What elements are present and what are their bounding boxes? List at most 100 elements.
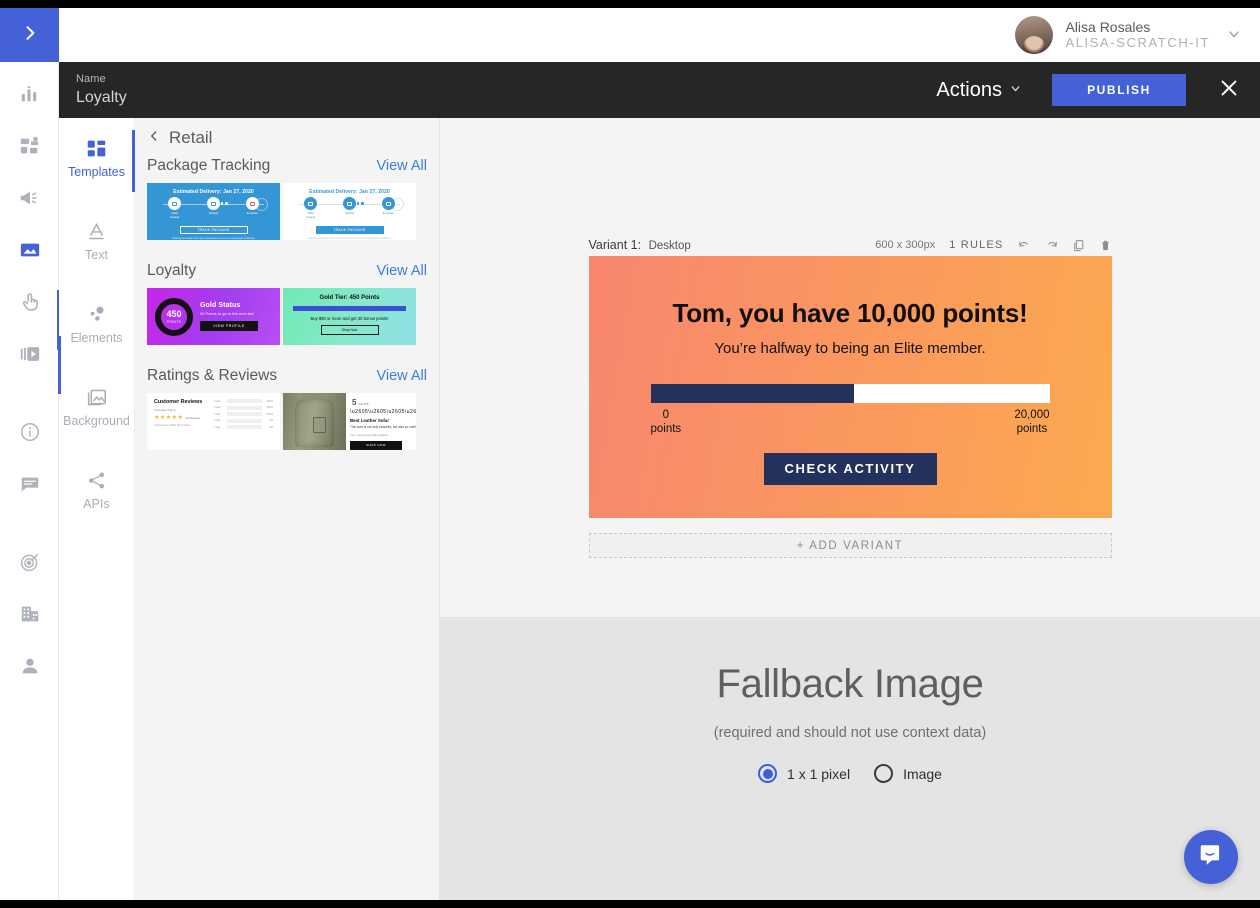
template-group-header: Loyalty View All bbox=[147, 262, 427, 280]
progress-max: 20,000 points bbox=[1014, 408, 1049, 437]
fallback-subtitle: (required and should not use context dat… bbox=[713, 725, 987, 741]
actions-menu-button[interactable]: Actions bbox=[930, 75, 1028, 106]
template-thumb[interactable]: 450 POINTS Gold Status 50 Points to go t… bbox=[147, 288, 280, 345]
radio-indicator bbox=[758, 764, 778, 783]
variant-label-text: Variant 1: bbox=[588, 238, 642, 252]
truck-icon bbox=[343, 197, 356, 210]
template-thumb[interactable]: Estimated Delivery: Jan 27, 2020 Label C… bbox=[147, 183, 280, 240]
sidebar-item-broadcast[interactable] bbox=[0, 174, 59, 226]
sidebar-item-interactions[interactable] bbox=[0, 278, 59, 330]
editor-tool-column: Templates Text Elements Background APIs bbox=[58, 118, 135, 900]
publish-button[interactable]: PUBLISH bbox=[1052, 74, 1186, 106]
radio-label: 1 x 1 pixel bbox=[787, 765, 851, 782]
tracker-node-label: Label Created bbox=[305, 212, 316, 219]
view-all-link[interactable]: View All bbox=[376, 263, 427, 279]
creative-cta-button[interactable]: CHECK ACTIVITY bbox=[763, 452, 937, 485]
histogram-row: 4 star 100% bbox=[214, 405, 273, 410]
view-all-link[interactable]: View All bbox=[376, 368, 427, 384]
radio-label: Image bbox=[903, 765, 942, 782]
sidebar-item-campaigns[interactable] bbox=[0, 122, 59, 174]
undo-icon[interactable] bbox=[1018, 239, 1031, 252]
histogram-row: 3 star 100% bbox=[214, 412, 273, 416]
tab-templates[interactable]: Templates bbox=[59, 118, 134, 185]
variant-block: Variant 1: Desktop 600 x 300px 1 RULES T… bbox=[588, 234, 1112, 558]
view-all-link[interactable]: View All bbox=[376, 158, 427, 174]
histogram-row: 2 star 0% bbox=[214, 418, 273, 423]
editor-header-actions: Actions PUBLISH bbox=[930, 73, 1260, 107]
points-label: POINTS bbox=[166, 319, 182, 324]
template-thumb[interactable]: 5out of 5 \u2605\u2605\u2605\u2605\u2605… bbox=[283, 393, 416, 450]
thumb-subtext: Buy $50 or more and get 30 bonus points! bbox=[310, 316, 389, 321]
sidebar-item-images[interactable] bbox=[0, 226, 59, 278]
creative-preview[interactable]: Tom, you have 10,000 points! You’re half… bbox=[588, 256, 1112, 518]
thumb-cta: SHOP NOW bbox=[350, 440, 402, 450]
thumb-footer: Tracking information is for your conveni… bbox=[171, 237, 256, 240]
progress-bar-track bbox=[650, 384, 1050, 403]
histogram-pct: 100% bbox=[266, 399, 273, 403]
sidebar-item-profile[interactable] bbox=[0, 642, 59, 694]
close-editor-button[interactable] bbox=[1212, 73, 1246, 107]
tracker-node: Exception bbox=[382, 197, 396, 219]
breadcrumb-label: Retail bbox=[169, 128, 213, 147]
sidebar-item-messages[interactable] bbox=[0, 460, 59, 512]
histogram-pct: 100% bbox=[266, 406, 273, 409]
histogram-label: 5 star bbox=[214, 399, 221, 403]
histogram-bar bbox=[227, 425, 262, 429]
image-icon bbox=[19, 239, 41, 266]
template-thumb[interactable]: Estimated Delivery: Jan 27, 2020 Label C… bbox=[283, 183, 416, 240]
truck-icon bbox=[207, 197, 220, 210]
radio-one-by-one-pixel[interactable]: 1 x 1 pixel bbox=[758, 764, 850, 783]
template-thumb[interactable]: Gold Tier: 450 Points Buy $50 or more an… bbox=[283, 288, 416, 345]
progress-min-value: 0 bbox=[662, 409, 670, 421]
sidebar-item-video[interactable] bbox=[0, 330, 59, 382]
warning-icon bbox=[382, 197, 395, 210]
creative-headline: Tom, you have 10,000 points! bbox=[672, 298, 1028, 328]
radio-image[interactable]: Image bbox=[874, 764, 942, 783]
thumb-cta: TRACK PACKAGE bbox=[179, 226, 248, 234]
histogram-bar bbox=[227, 412, 262, 416]
background-icon bbox=[59, 385, 134, 409]
creative-name-field[interactable]: Name Loyalty bbox=[59, 72, 127, 109]
duplicate-icon[interactable] bbox=[1072, 239, 1085, 252]
variant-type: Desktop bbox=[648, 240, 691, 252]
chevron-down-icon bbox=[1009, 82, 1022, 98]
tab-elements[interactable]: Elements bbox=[59, 268, 134, 351]
sidebar-item-target[interactable] bbox=[0, 538, 59, 590]
grid-icon bbox=[59, 136, 134, 160]
tab-elements-label: Elements bbox=[70, 331, 123, 345]
message-icon bbox=[19, 473, 41, 500]
histogram-bar bbox=[227, 399, 262, 403]
tab-text[interactable]: Text bbox=[59, 185, 134, 268]
sidebar-item-analytics[interactable] bbox=[0, 70, 59, 122]
sidebar-item-organization[interactable] bbox=[0, 590, 59, 642]
template-thumb[interactable]: Customer Reviews 5 Average Rating ★★★★★ … bbox=[147, 393, 280, 450]
thumb-tracker: Label Created Shipped Exception bbox=[155, 197, 272, 223]
progress-labels: 0 points 20,000 points bbox=[651, 408, 1050, 437]
variant-toolbar: Variant 1: Desktop 600 x 300px 1 RULES bbox=[589, 234, 1112, 256]
chat-launcher-button[interactable] bbox=[1184, 830, 1238, 884]
sidebar-expand-button[interactable] bbox=[0, 8, 59, 62]
template-group-package-tracking: Package Tracking View All Estimated Deli… bbox=[135, 152, 439, 240]
chevron-down-icon[interactable] bbox=[1226, 26, 1242, 45]
creative-name-value[interactable]: Loyalty bbox=[76, 87, 127, 109]
primary-nav-rail bbox=[0, 62, 60, 900]
breadcrumb[interactable]: Retail bbox=[135, 118, 439, 152]
tab-background[interactable]: Background bbox=[59, 351, 134, 434]
histogram-label: 3 star bbox=[214, 412, 221, 416]
avatar bbox=[1015, 16, 1054, 54]
analytics-icon bbox=[19, 83, 41, 110]
add-variant-button[interactable]: + ADD VARIANT bbox=[588, 533, 1112, 558]
histogram-pct: 0% bbox=[269, 419, 273, 422]
redo-icon[interactable] bbox=[1045, 239, 1058, 252]
account-menu[interactable]: Alisa Rosales ALISA-SCRATCH-IT bbox=[1015, 12, 1242, 58]
tab-apis[interactable]: APIs bbox=[59, 434, 134, 517]
creative-name-label: Name bbox=[76, 72, 106, 85]
rail-divider-1 bbox=[0, 382, 58, 408]
delete-icon[interactable] bbox=[1099, 239, 1112, 252]
tracker-nodes: Label Created Shipped Exception bbox=[291, 197, 408, 219]
template-group-header: Ratings & Reviews View All bbox=[147, 367, 427, 385]
sidebar-item-info[interactable] bbox=[0, 408, 59, 460]
template-group-loyalty: Loyalty View All 450 POINTS Gold Status … bbox=[135, 240, 439, 345]
template-thumb-row: 450 POINTS Gold Status 50 Points to go t… bbox=[147, 288, 427, 345]
variant-rules[interactable]: 1 RULES bbox=[949, 239, 1003, 251]
